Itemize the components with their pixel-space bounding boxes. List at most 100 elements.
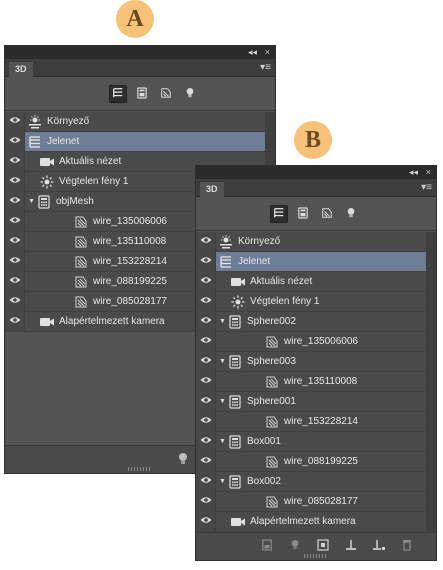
layer-row-body: Végtelen fény 1 [216,292,426,311]
visibility-toggle[interactable] [196,271,216,292]
mesh-filter-button[interactable] [133,85,151,103]
panel-menu-button[interactable]: ▾≡ [421,182,432,193]
visibility-toggle[interactable] [196,371,216,392]
visibility-toggle[interactable] [5,291,25,312]
layer-row[interactable]: Alapértelmezett kamera [196,511,426,532]
layer-label: Box002 [247,476,281,487]
layer-row[interactable]: wire_135006006 [196,331,426,352]
layer-row[interactable]: ▼ Sphere001 [196,391,426,412]
layer-label: Jelenet [238,256,271,267]
material-icon [73,254,89,270]
visibility-toggle[interactable] [5,211,25,232]
mesh-icon [227,354,243,370]
layer-row-body: wire_135006006 [216,332,426,351]
layer-row[interactable]: wire_153228214 [196,411,426,432]
eye-icon [9,316,21,327]
tab-3d[interactable]: 3D [200,182,224,197]
light-filter-button[interactable] [342,205,360,223]
layer-row[interactable]: ▼ Sphere002 [196,311,426,332]
layer-row-body: wire_153228214 [216,412,426,431]
layer-row[interactable]: ▼ Box001 [196,431,426,452]
resize-grip[interactable] [304,554,328,558]
expand-toggle-icon[interactable]: ▼ [27,198,36,205]
scene-filter-button[interactable] [270,205,288,223]
scene-filter-icon [112,87,124,102]
visibility-toggle[interactable] [5,231,25,252]
layer-row[interactable]: ▼ Box002 [196,471,426,492]
visibility-toggle[interactable] [196,391,216,412]
delete-icon[interactable] [400,538,414,552]
layer-row[interactable]: Jelenet [196,251,426,272]
visibility-toggle[interactable] [196,311,216,332]
visibility-toggle[interactable] [196,351,216,372]
layer-label: wire_135006006 [93,216,167,227]
eye-icon [200,236,212,247]
close-panel-button[interactable]: × [265,47,270,58]
eye-icon [9,136,21,147]
visibility-toggle[interactable] [196,231,216,252]
layer-row[interactable]: wire_135110008 [196,371,426,392]
resize-grip[interactable] [128,467,152,471]
scene-filter-button[interactable] [109,85,127,103]
visibility-toggle[interactable] [5,311,25,332]
visibility-toggle[interactable] [196,291,216,312]
close-panel-button[interactable]: × [426,167,431,178]
layer-row[interactable]: wire_088199225 [196,451,426,472]
callout-badge-a: A [116,0,154,38]
visibility-toggle[interactable] [5,191,25,212]
visibility-toggle[interactable] [196,511,216,532]
expand-toggle-icon[interactable]: ▼ [218,398,227,405]
layer-row-body: Környező [25,112,265,131]
collapse-panel-button[interactable]: ◂◂ [409,167,418,178]
layer-label: Végtelen fény 1 [250,296,320,307]
light-filter-button[interactable] [181,85,199,103]
layer-label: Végtelen fény 1 [59,176,129,187]
light-footer-icon[interactable] [177,452,189,469]
panel-titlebar: ◂◂ × [5,46,275,59]
material-filter-button[interactable] [318,205,336,223]
new-light-icon[interactable] [288,538,302,552]
ground-options-icon[interactable] [372,538,386,552]
material-icon [264,374,280,390]
material-icon [73,214,89,230]
visibility-toggle[interactable] [196,411,216,432]
layer-row[interactable]: Környező [5,111,265,132]
visibility-toggle[interactable] [196,331,216,352]
layer-label: Aktuális nézet [59,156,122,167]
visibility-toggle[interactable] [5,111,25,132]
visibility-toggle[interactable] [196,491,216,512]
tab-3d[interactable]: 3D [9,62,33,77]
ground-icon[interactable] [344,538,358,552]
footer-actions [260,538,414,552]
visibility-toggle[interactable] [5,251,25,272]
collapse-panel-button[interactable]: ◂◂ [248,47,257,58]
eye-icon [200,516,212,527]
visibility-toggle[interactable] [196,451,216,472]
visibility-toggle[interactable] [5,171,25,192]
mesh-filter-button[interactable] [294,205,312,223]
new-mesh-icon[interactable] [260,538,274,552]
layer-row[interactable]: Környező [196,231,426,252]
constraint-icon[interactable] [316,538,330,552]
layer-row[interactable]: Aktuális nézet [196,271,426,292]
visibility-toggle[interactable] [196,251,216,272]
expand-toggle-icon[interactable]: ▼ [218,318,227,325]
visibility-toggle[interactable] [5,131,25,152]
visibility-toggle[interactable] [196,431,216,452]
visibility-toggle[interactable] [196,471,216,492]
visibility-toggle[interactable] [5,271,25,292]
eye-icon [200,256,212,267]
expand-toggle-icon[interactable]: ▼ [218,438,227,445]
layer-row[interactable]: ▼ Sphere003 [196,351,426,372]
environment-icon [27,114,43,130]
layer-row[interactable]: Végtelen fény 1 [196,291,426,312]
expand-toggle-icon[interactable]: ▼ [218,358,227,365]
panel-menu-button[interactable]: ▾≡ [260,62,271,73]
expand-toggle-icon[interactable]: ▼ [218,478,227,485]
visibility-toggle[interactable] [5,151,25,172]
scrollbar[interactable] [426,232,436,532]
layer-row[interactable]: Jelenet [5,131,265,152]
layer-row[interactable]: wire_085028177 [196,491,426,512]
mesh-icon [227,394,243,410]
material-filter-button[interactable] [157,85,175,103]
